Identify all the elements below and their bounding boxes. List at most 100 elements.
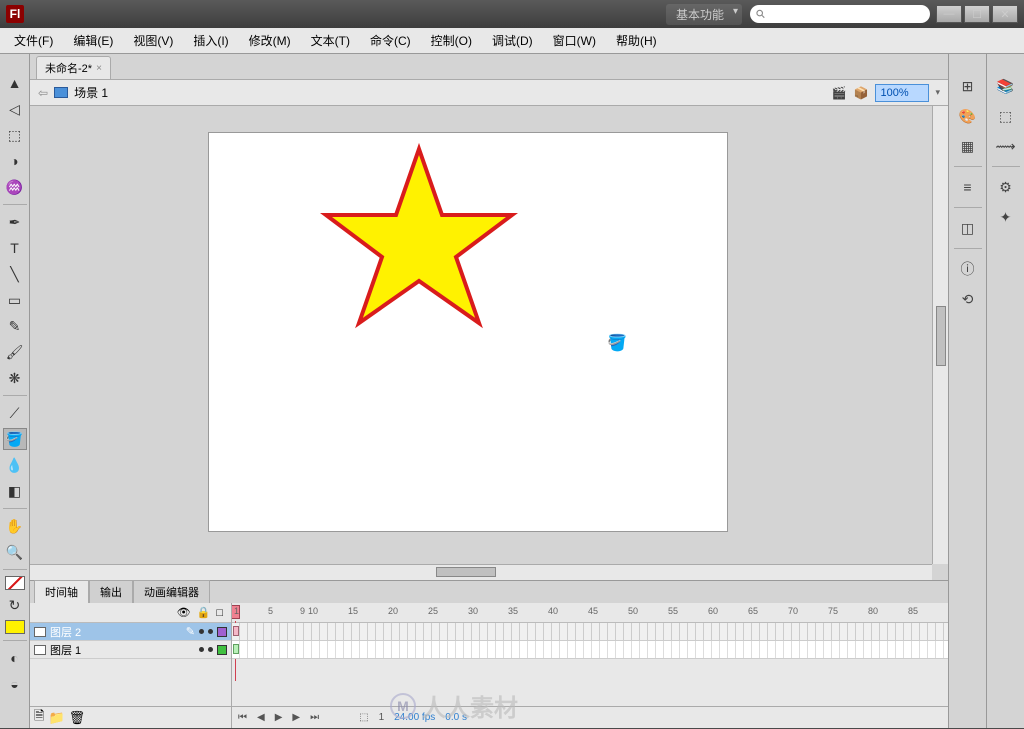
selection-tool[interactable]: ▲ [3, 72, 27, 94]
menu-help[interactable]: 帮助(H) [606, 32, 667, 49]
frame-track[interactable] [232, 641, 948, 659]
document-tab[interactable]: 未命名-2* × [36, 56, 111, 79]
visibility-dot[interactable] [199, 647, 204, 652]
menu-view[interactable]: 视图(V) [123, 32, 183, 49]
menu-commands[interactable]: 命令(C) [360, 32, 421, 49]
fill-color-swatch[interactable] [5, 620, 25, 634]
ruler-mark: 25 [428, 606, 438, 616]
tab-output[interactable]: 输出 [89, 580, 133, 603]
layer-row[interactable]: 图层 2 ✎ [30, 623, 231, 641]
menu-modify[interactable]: 修改(M) [239, 32, 301, 49]
pencil-tool[interactable]: ✎ [3, 315, 27, 337]
close-tab-icon[interactable]: × [96, 63, 102, 74]
horizontal-scrollbar[interactable] [30, 564, 932, 580]
layer-name: 图层 2 [50, 624, 81, 640]
pen-tool[interactable]: ✒ [3, 211, 27, 233]
component-panel-icon[interactable]: ⬚ [995, 106, 1017, 126]
visibility-dot[interactable] [199, 629, 204, 634]
stage-canvas[interactable]: 🪣 [208, 132, 728, 532]
keyframe-icon[interactable] [233, 626, 239, 636]
actions-panel-icon[interactable]: ⚙ [995, 177, 1017, 197]
step-back-icon[interactable]: ◀ [257, 712, 265, 723]
outline-header-icon[interactable]: □ [216, 607, 223, 619]
minimize-button[interactable]: — [936, 5, 962, 23]
close-button[interactable]: ✕ [992, 5, 1018, 23]
zoom-dropdown-icon[interactable]: ▾ [935, 87, 940, 98]
brush-tool[interactable]: 🖌 [3, 341, 27, 363]
menu-file[interactable]: 文件(F) [4, 32, 63, 49]
hand-tool[interactable]: ✋ [3, 515, 27, 537]
search-input[interactable] [769, 8, 924, 20]
visibility-header-icon[interactable]: 👁 [177, 606, 191, 619]
history-panel-icon[interactable]: ⟲ [957, 289, 979, 309]
layer-row[interactable]: 图层 1 [30, 641, 231, 659]
play-icon[interactable]: ▶ [275, 712, 283, 723]
subselection-tool[interactable]: ◁ [3, 98, 27, 120]
motion-presets-icon[interactable]: ⟿ [995, 136, 1017, 156]
onion-skin-icon[interactable]: ⬚ [359, 712, 368, 723]
delete-layer-button[interactable]: 🗑 [69, 710, 86, 726]
lock-dot[interactable] [208, 629, 213, 634]
paint-bucket-tool[interactable]: 🪣 [3, 428, 27, 450]
tab-motion-editor[interactable]: 动画编辑器 [133, 580, 210, 603]
tab-timeline[interactable]: 时间轴 [34, 580, 89, 603]
maximize-button[interactable]: ☐ [964, 5, 990, 23]
deco-tool[interactable]: ❋ [3, 367, 27, 389]
info-panel-icon[interactable]: ⓘ [957, 259, 979, 279]
frames-column: 15101520253035404550556065707580859 ⏮ ◀ … [232, 603, 948, 728]
menu-debug[interactable]: 调试(D) [482, 32, 543, 49]
properties-panel-icon[interactable]: ⊞ [957, 76, 979, 96]
forward-end-icon[interactable]: ⏭ [310, 712, 319, 723]
tools-panel: ▲ ◁ ⬚ ◑ ♒ ✒ T ╲ ▭ ✎ 🖌 ❋ ⟋ 🪣 💧 ◧ ✋ 🔍 ↻ ◐ … [0, 54, 30, 728]
right-panels: ⊞ 🎨 ▦ ≡ ◫ ⓘ ⟲ 📚 ⬚ ⟿ ⚙ ✦ [948, 54, 1024, 728]
back-arrow-icon[interactable]: ⇦ [38, 86, 48, 100]
line-tool[interactable]: ╲ [3, 263, 27, 285]
eraser-tool[interactable]: ◧ [3, 480, 27, 502]
frame-track[interactable] [232, 623, 948, 641]
swatches-panel-icon[interactable]: ▦ [957, 136, 979, 156]
zoom-tool[interactable]: 🔍 [3, 541, 27, 563]
menu-window[interactable]: 窗口(W) [543, 32, 606, 49]
tool-option-1[interactable]: ◐ [3, 647, 27, 669]
edit-symbols-icon[interactable]: 📦 [853, 86, 869, 100]
swap-colors-icon[interactable]: ↻ [3, 594, 27, 616]
menu-insert[interactable]: 插入(I) [183, 32, 238, 49]
stroke-color-swatch[interactable] [5, 576, 25, 590]
behaviors-panel-icon[interactable]: ✦ [995, 207, 1017, 227]
new-folder-button[interactable]: 📁 [48, 710, 64, 726]
rectangle-tool[interactable]: ▭ [3, 289, 27, 311]
ruler-mark: 1 [234, 606, 239, 616]
frame-ruler[interactable]: 15101520253035404550556065707580859 [232, 603, 948, 623]
3d-rotation-tool[interactable]: ◑ [3, 150, 27, 172]
ruler-mark: 80 [868, 606, 878, 616]
library-panel-icon[interactable]: 📚 [995, 76, 1017, 96]
new-layer-button[interactable]: 🗎 [34, 707, 44, 729]
lasso-tool[interactable]: ♒ [3, 176, 27, 198]
align-panel-icon[interactable]: ≡ [957, 177, 979, 197]
keyframe-icon[interactable] [233, 644, 239, 654]
tool-option-2[interactable]: ◒ [3, 673, 27, 695]
menu-control[interactable]: 控制(O) [421, 32, 482, 49]
lock-dot[interactable] [208, 647, 213, 652]
rewind-icon[interactable]: ⏮ [238, 712, 247, 723]
free-transform-tool[interactable]: ⬚ [3, 124, 27, 146]
transform-panel-icon[interactable]: ◫ [957, 218, 979, 238]
star-shape[interactable] [319, 141, 519, 341]
step-fwd-icon[interactable]: ▶ [292, 712, 300, 723]
lock-header-icon[interactable]: 🔒 [197, 606, 211, 619]
text-tool[interactable]: T [3, 237, 27, 259]
color-panel-icon[interactable]: 🎨 [957, 106, 979, 126]
outline-swatch[interactable] [217, 645, 227, 655]
eyedropper-tool[interactable]: 💧 [3, 454, 27, 476]
vertical-scrollbar[interactable] [932, 106, 948, 564]
bone-tool[interactable]: ⟋ [3, 402, 27, 424]
search-box[interactable] [750, 5, 930, 23]
ruler-mark: 40 [548, 606, 558, 616]
menu-edit[interactable]: 编辑(E) [63, 32, 123, 49]
menu-text[interactable]: 文本(T) [301, 32, 360, 49]
zoom-level-input[interactable] [875, 84, 929, 102]
workspace-switcher[interactable]: 基本功能 [666, 4, 742, 25]
outline-swatch[interactable] [217, 627, 227, 637]
edit-scene-icon[interactable]: 🎬 [831, 86, 847, 100]
ruler-mark: 5 [268, 606, 273, 616]
